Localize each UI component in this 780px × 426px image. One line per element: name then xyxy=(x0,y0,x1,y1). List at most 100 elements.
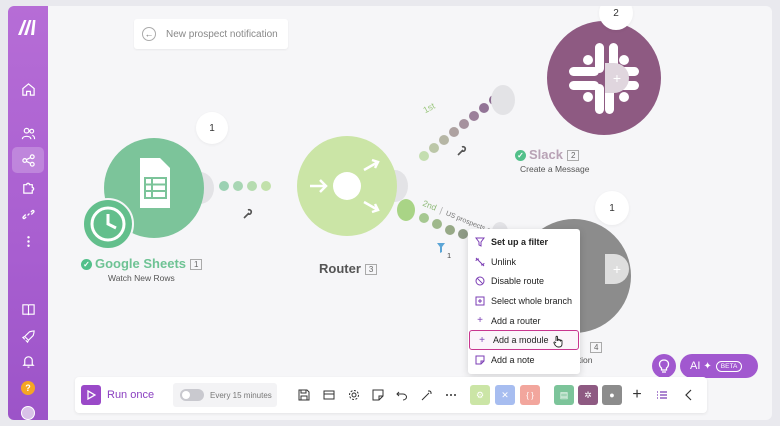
sidebar-item-whats-new[interactable] xyxy=(12,323,44,349)
sheets-module-subtitle: Watch New Rows xyxy=(108,273,175,283)
plus-icon: + xyxy=(479,334,485,346)
add-app-button[interactable]: + xyxy=(630,386,644,403)
menu-item-add-module[interactable]: + Add a module xyxy=(469,330,579,351)
schedule-control[interactable]: Every 15 minutes xyxy=(173,383,277,407)
connector-dot xyxy=(445,225,455,235)
google-sheets-app-button[interactable]: ▤ xyxy=(554,385,574,405)
branch-icon xyxy=(475,296,485,306)
disable-icon xyxy=(475,276,485,286)
apple-app-button[interactable]: ● xyxy=(602,385,622,405)
undo-icon xyxy=(396,391,408,401)
save-button[interactable] xyxy=(297,388,311,402)
flow-icon: ✕ xyxy=(501,389,509,400)
list-view-button[interactable] xyxy=(655,388,669,402)
connector-dot xyxy=(469,111,479,121)
home-icon xyxy=(21,82,35,96)
check-icon: ✓ xyxy=(515,150,526,162)
plus-icon: + xyxy=(612,70,622,86)
fourth-operations-bubble[interactable]: 1 xyxy=(595,191,629,225)
menu-item-unlink[interactable]: Unlink xyxy=(468,252,580,272)
bottom-toolbar: Run once Every 15 minutes ⚙ ✕ { } ▤ ✲ ● … xyxy=(75,377,707,413)
more-options-button[interactable] xyxy=(444,388,458,402)
connector-dot xyxy=(419,213,429,223)
sheets-module-number: 1 xyxy=(190,259,203,271)
sidebar-item-docs[interactable] xyxy=(12,296,44,322)
sidebar-item-connections[interactable] xyxy=(12,201,44,227)
google-sheets-icon xyxy=(140,158,170,208)
menu-item-set-up-filter[interactable]: Set up a filter xyxy=(468,232,580,252)
connector-dot xyxy=(247,181,257,191)
menu-item-select-whole-branch[interactable]: Select whole branch xyxy=(468,291,580,311)
router-module-title: Router 3 xyxy=(319,261,378,276)
slack-module-circle[interactable] xyxy=(547,21,661,135)
book-icon xyxy=(21,303,35,315)
make-logo-icon[interactable] xyxy=(17,18,39,36)
schedule-toggle[interactable] xyxy=(180,389,204,401)
settings-button[interactable] xyxy=(347,388,361,402)
help-icon: ? xyxy=(21,381,35,395)
notes-button[interactable] xyxy=(371,388,385,402)
sidebar-item-home[interactable] xyxy=(12,76,44,102)
scenario-title: New prospect notification xyxy=(166,28,278,40)
connector-dot xyxy=(233,181,243,191)
users-icon xyxy=(21,127,35,139)
run-once-button[interactable] xyxy=(81,385,101,405)
connector-dot xyxy=(479,103,489,113)
chevron-left-icon xyxy=(685,389,692,401)
sheets-operations-bubble[interactable]: 1 xyxy=(196,112,228,144)
wrench-icon[interactable] xyxy=(243,208,253,219)
menu-item-add-router[interactable]: + Add a router xyxy=(468,311,580,331)
google-sheets-icon: ▤ xyxy=(559,389,569,400)
sidebar-item-notifications[interactable] xyxy=(12,348,44,374)
filter-icon xyxy=(475,237,485,247)
sheets-module-title: ✓ Google Sheets 1 xyxy=(81,256,203,271)
data-structures-button[interactable] xyxy=(322,388,336,402)
sidebar-item-more[interactable] xyxy=(12,228,44,254)
menu-item-add-note[interactable]: Add a note xyxy=(468,350,580,370)
brackets-icon: { } xyxy=(526,390,534,400)
collapse-toolbar-button[interactable] xyxy=(682,388,696,402)
menu-item-disable-route[interactable]: Disable route xyxy=(468,271,580,291)
router-route-handle[interactable] xyxy=(397,199,415,221)
lightbulb-icon xyxy=(658,359,670,373)
list-checks-icon xyxy=(657,391,667,399)
slack-module-number: 2 xyxy=(566,150,580,162)
beta-badge: BETA xyxy=(715,360,743,372)
sidebar-item-scenarios[interactable] xyxy=(12,147,44,173)
flow-control-button[interactable]: ✕ xyxy=(495,385,515,405)
slack-left-bulge xyxy=(491,85,515,115)
scenario-title-bar[interactable]: ← New prospect notification xyxy=(134,19,288,49)
run-once-label[interactable]: Run once xyxy=(107,389,154,401)
slack-app-button[interactable]: ✲ xyxy=(578,385,598,405)
sidebar-item-profile[interactable] xyxy=(12,400,44,420)
hand-cursor-icon xyxy=(553,336,563,348)
auto-align-button[interactable] xyxy=(420,388,434,402)
sidebar-item-apps[interactable] xyxy=(12,174,44,200)
tools-module-button[interactable]: ⚙ xyxy=(470,385,490,405)
connector-dot xyxy=(459,119,469,129)
wrench-icon[interactable] xyxy=(457,145,467,156)
text-parser-button[interactable]: { } xyxy=(520,385,540,405)
more-horizontal-icon xyxy=(446,394,456,396)
hints-button[interactable] xyxy=(652,354,676,378)
connector-dot xyxy=(458,229,468,239)
table-icon xyxy=(323,390,335,400)
sidebar-item-help[interactable]: ? xyxy=(12,375,44,401)
unlink-icon xyxy=(475,257,485,267)
slack-module-subtitle: Create a Message xyxy=(520,164,590,174)
schedule-label: Every 15 minutes xyxy=(210,390,272,400)
undo-button[interactable] xyxy=(395,388,409,402)
check-icon: ✓ xyxy=(81,259,92,271)
connector-dot xyxy=(432,219,442,229)
scenario-canvas[interactable]: 1st 2nd | US prospects only 1 ← New pros… xyxy=(48,6,772,420)
apple-icon: ● xyxy=(609,390,615,400)
filter-funnel-icon[interactable] xyxy=(437,243,445,253)
sidebar-item-team[interactable] xyxy=(12,120,44,146)
connector-dot xyxy=(439,135,449,145)
connector-dot xyxy=(429,143,439,153)
plus-icon: + xyxy=(612,261,622,277)
gear-icon: ⚙ xyxy=(475,389,485,400)
plus-icon: + xyxy=(477,315,483,327)
back-arrow-icon[interactable]: ← xyxy=(142,27,156,41)
ai-assistant-button[interactable]: AI ✦ BETA xyxy=(680,354,758,378)
